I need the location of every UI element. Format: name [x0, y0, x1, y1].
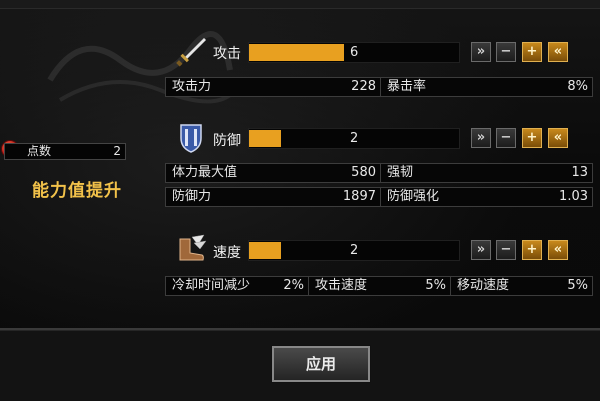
detail-value: 13 [571, 165, 588, 180]
detail-value: 580 [351, 165, 376, 180]
detail-cell: 防御强化 1.03 [381, 188, 592, 206]
boot-icon [179, 234, 207, 261]
detail-cell: 强韧 13 [381, 164, 592, 182]
apply-button[interactable]: 应用 [272, 346, 370, 382]
detail-value: 228 [351, 79, 376, 94]
stat-name-attack: 攻击 [213, 46, 241, 62]
detail-value: 5% [425, 278, 446, 293]
detail-value: 1897 [342, 189, 376, 204]
max-increase-button[interactable]: « [548, 128, 568, 148]
points-display: 点数 2 [4, 143, 126, 160]
detail-value: 8% [567, 79, 588, 94]
shield-icon [180, 124, 202, 153]
detail-label: 冷却时间减少 [172, 278, 251, 293]
detail-cell: 防御力 1897 [166, 188, 380, 206]
detail-cell: 暴击率 8% [381, 78, 592, 96]
sword-icon [176, 37, 207, 67]
detail-label: 防御力 [172, 189, 212, 204]
max-increase-button[interactable]: « [548, 42, 568, 62]
detail-row-defense-2: 防御力 1897 防御强化 1.03 [165, 187, 593, 207]
panel-title: 能力值提升 [32, 181, 122, 201]
detail-label: 攻击速度 [315, 278, 368, 293]
detail-value: 2% [283, 278, 304, 293]
increase-button[interactable]: + [522, 240, 542, 260]
detail-label: 移动速度 [457, 278, 510, 293]
decrease-button[interactable]: − [496, 42, 516, 62]
detail-value: 5% [567, 278, 588, 293]
stat-bar-fill-speed [249, 242, 281, 259]
decrease-button[interactable]: − [496, 240, 516, 260]
points-value: 2 [113, 144, 121, 158]
detail-label: 攻击力 [172, 79, 212, 94]
max-decrease-button[interactable]: » [471, 240, 491, 260]
increase-button[interactable]: + [522, 42, 542, 62]
stat-bar-fill-defense [249, 130, 281, 147]
max-decrease-button[interactable]: » [471, 42, 491, 62]
detail-cell: 攻击速度 5% [309, 277, 450, 295]
points-label: 点数 [27, 144, 52, 158]
increase-button[interactable]: + [522, 128, 542, 148]
stat-name-speed: 速度 [213, 245, 241, 261]
detail-row-attack: 攻击力 228 暴击率 8% [165, 77, 593, 97]
detail-value: 1.03 [559, 189, 588, 204]
top-bar [0, 0, 600, 9]
detail-label: 体力最大值 [172, 165, 238, 180]
max-increase-button[interactable]: « [548, 240, 568, 260]
detail-label: 强韧 [387, 165, 414, 180]
detail-cell: 移动速度 5% [451, 277, 592, 295]
detail-cell: 体力最大值 580 [166, 164, 380, 182]
stat-value-speed: 2 [350, 243, 359, 258]
detail-label: 暴击率 [387, 79, 427, 94]
stat-name-defense: 防御 [213, 133, 241, 149]
detail-label: 防御强化 [387, 189, 440, 204]
detail-cell: 攻击力 228 [166, 78, 380, 96]
stat-bar-fill-attack [249, 44, 344, 61]
detail-cell: 冷却时间减少 2% [166, 277, 308, 295]
decrease-button[interactable]: − [496, 128, 516, 148]
detail-row-defense-1: 体力最大值 580 强韧 13 [165, 163, 593, 183]
max-decrease-button[interactable]: » [471, 128, 491, 148]
stat-value-defense: 2 [350, 131, 359, 146]
stat-value-attack: 6 [350, 45, 359, 60]
detail-row-speed: 冷却时间减少 2% 攻击速度 5% 移动速度 5% [165, 276, 593, 296]
